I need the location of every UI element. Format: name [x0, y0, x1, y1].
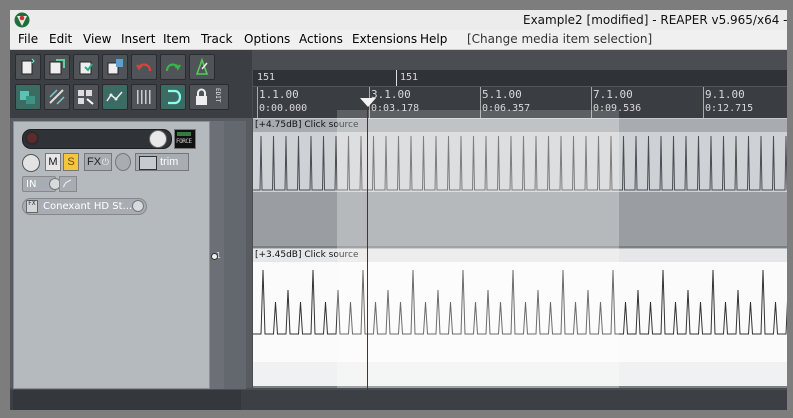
- reaper-window: Example2 [modified] - REAPER v5.965/x64 …: [0, 0, 793, 418]
- power-icon: ⏻: [101, 157, 109, 167]
- ripple-edit-button[interactable]: [44, 84, 70, 110]
- input-mode-label: IN: [26, 179, 37, 190]
- mute-button[interactable]: M: [45, 153, 61, 171]
- edit-cursor[interactable]: [367, 98, 368, 400]
- save-project-icon: [79, 61, 93, 75]
- input-meter[interactable]: FORCE: [174, 129, 196, 149]
- new-project-icon: [21, 58, 35, 75]
- main-toolbar: EDIT: [10, 50, 252, 118]
- phase-button[interactable]: [115, 153, 131, 171]
- track-control-panel[interactable]: FORCE M S FX ⏻ trim IN FX Conexant HD St…: [13, 121, 210, 389]
- pan-knob[interactable]: [22, 154, 40, 172]
- menu-track[interactable]: Track: [201, 32, 232, 46]
- fx-button[interactable]: FX ⏻: [84, 153, 112, 171]
- redo-icon: [165, 63, 181, 72]
- time-selection-ruler[interactable]: [337, 110, 619, 118]
- loop-icon: [168, 89, 182, 105]
- ruler-bar-9: 9.1.00: [705, 88, 745, 101]
- trim-label: trim: [160, 156, 179, 168]
- ripple-edit-icon: [49, 89, 65, 105]
- open-project-icon: [49, 59, 65, 75]
- reaper-logo-icon: [14, 12, 30, 28]
- master-area: [13, 390, 241, 410]
- menu-view[interactable]: View: [83, 32, 111, 46]
- record-arm-button[interactable]: [25, 131, 39, 145]
- undo-button[interactable]: [131, 54, 157, 80]
- fx-label: FX: [87, 156, 102, 168]
- menu-item[interactable]: Item: [163, 32, 190, 46]
- open-project-button[interactable]: [44, 54, 70, 80]
- project-settings-icon: [107, 59, 123, 75]
- ruler-bar-5: 5.1.00: [482, 88, 522, 101]
- envelope-icon: [106, 91, 123, 102]
- menu-edit[interactable]: Edit: [49, 32, 72, 46]
- meter-label: FORCE: [176, 138, 192, 145]
- volume-knob[interactable]: [149, 130, 167, 148]
- metronome-button[interactable]: [189, 54, 215, 80]
- grid-dots-button[interactable]: [131, 84, 157, 110]
- metronome-icon: [195, 57, 209, 75]
- ruler-bar-7: 7.1.00: [593, 88, 633, 101]
- envelope-trim-button[interactable]: trim: [135, 153, 189, 171]
- menu-bar: File Edit View Insert Item Track Options…: [10, 30, 787, 50]
- envelope-icon: [139, 156, 157, 170]
- menu-options[interactable]: Options: [244, 32, 290, 46]
- input-device-select[interactable]: FX Conexant HD St...1: [22, 198, 147, 215]
- arrange-view[interactable]: [+4.75dB] Click source [+3.45dB] Click s…: [253, 118, 787, 388]
- undo-icon: [136, 63, 152, 72]
- track-folder-strip: [224, 121, 246, 389]
- input-device-label: Conexant HD St...1: [43, 201, 139, 212]
- toggle-grid-button[interactable]: [15, 84, 41, 110]
- menu-insert[interactable]: Insert: [121, 32, 155, 46]
- route-button[interactable]: [59, 176, 77, 192]
- title-bar: Example2 [modified] - REAPER v5.965/x64 …: [10, 10, 787, 30]
- ruler-bar-1: 1.1.00: [259, 88, 299, 101]
- route-icon: [62, 179, 72, 188]
- solo-button[interactable]: S: [63, 153, 79, 171]
- marker-b[interactable]: 151: [400, 72, 418, 83]
- track-control-area: FORCE M S FX ⏻ trim IN FX Conexant HD St…: [10, 118, 252, 389]
- timeline-ruler[interactable]: 151 151 1.1.00 0:00.000 3.1.00 0:03.178 …: [253, 70, 787, 118]
- volume-slider[interactable]: [22, 129, 172, 149]
- save-project-button[interactable]: [73, 54, 99, 80]
- project-settings-button[interactable]: [102, 54, 128, 80]
- marker-lane[interactable]: 151 151: [253, 70, 787, 87]
- playhead-marker[interactable]: [360, 98, 376, 107]
- ruler-bar-3: 3.1.00: [371, 88, 411, 101]
- lock-button[interactable]: EDIT: [189, 84, 229, 110]
- lock-label: EDIT: [214, 88, 221, 103]
- new-project-button[interactable]: [15, 54, 41, 80]
- loop-button[interactable]: [160, 84, 186, 110]
- lock-icon: [196, 88, 207, 105]
- menu-help[interactable]: Help: [420, 32, 447, 46]
- envelope-button[interactable]: [102, 84, 128, 110]
- grid-dots-icon: [137, 90, 151, 104]
- redo-button[interactable]: [160, 54, 186, 80]
- snap-icon: [78, 90, 94, 105]
- time-selection[interactable]: [337, 118, 619, 388]
- menu-actions[interactable]: Actions: [299, 32, 343, 46]
- toggle-grid-icon: [20, 91, 35, 104]
- chevron-down-icon: [132, 200, 144, 212]
- window-title: Example2 [modified] - REAPER v5.965/x64 …: [523, 13, 787, 27]
- menu-extensions[interactable]: Extensions: [352, 32, 417, 46]
- menu-file[interactable]: File: [18, 32, 38, 46]
- track-handle[interactable]: [211, 253, 218, 260]
- marker-a[interactable]: 151: [257, 72, 275, 83]
- ruler-time-1: 0:00.000: [259, 103, 308, 114]
- input-monitor-button[interactable]: IN: [22, 176, 61, 192]
- ruler-time-9: 0:12.715: [705, 103, 754, 114]
- bottom-bar: [10, 390, 787, 410]
- fx-chain-icon: FX: [26, 200, 38, 213]
- status-text: [Change media item selection]: [467, 32, 653, 46]
- snap-button[interactable]: [73, 84, 99, 110]
- meter-led: [177, 132, 191, 136]
